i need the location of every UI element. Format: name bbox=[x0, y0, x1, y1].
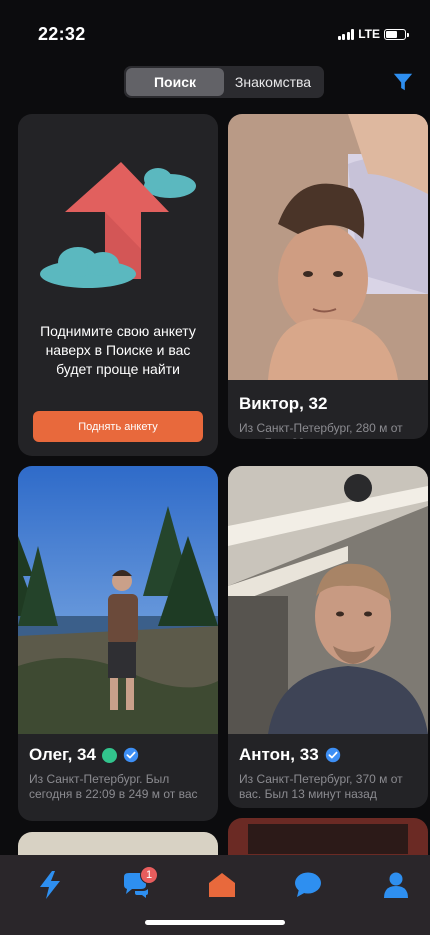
profile-name: Виктор, 32 bbox=[239, 394, 417, 414]
top-header: Поиск Знакомства bbox=[0, 56, 430, 106]
profile-info: Олег, 34 Из Санкт-Петербург. Был сегодня… bbox=[18, 745, 218, 802]
home-icon bbox=[209, 873, 235, 897]
profile-card[interactable]: Виктор, 32 Из Санкт-Петербург, 280 м от … bbox=[228, 114, 428, 439]
tab-boost[interactable] bbox=[34, 869, 66, 901]
bolt-icon bbox=[40, 871, 60, 899]
profile-subtitle: Из Санкт-Петербург. Был сегодня в 22:09 … bbox=[29, 772, 198, 801]
profile-card[interactable]: Олег, 34 Из Санкт-Петербург. Был сегодня… bbox=[18, 466, 218, 821]
status-time: 22:32 bbox=[38, 24, 86, 44]
profile-name-text: Виктор, 32 bbox=[239, 394, 328, 413]
tab-profile[interactable] bbox=[380, 869, 412, 901]
filter-icon[interactable] bbox=[392, 71, 414, 93]
battery-icon bbox=[384, 28, 409, 40]
tab-search[interactable]: Поиск bbox=[126, 68, 224, 96]
profile-name-text: Олег, 34 bbox=[29, 745, 96, 764]
tab-dating[interactable]: Знакомства bbox=[224, 68, 322, 96]
profile-name-text: Антон, 33 bbox=[239, 745, 319, 764]
verified-badge-icon bbox=[325, 747, 340, 763]
verified-badge-icon bbox=[123, 747, 139, 763]
boost-profile-button[interactable]: Поднять анкету bbox=[33, 411, 203, 442]
profile-subtitle: Из Санкт-Петербург, 280 м от вас. Был 22… bbox=[239, 421, 403, 439]
mode-segmented-control: Поиск Знакомства bbox=[124, 66, 324, 98]
home-indicator bbox=[145, 920, 285, 925]
profile-card[interactable]: Антон, 33 Из Санкт-Петербург, 370 м от в… bbox=[228, 466, 428, 808]
promo-text: Поднимите свою анкету наверх в Поиске и … bbox=[40, 323, 196, 377]
profile-name: Олег, 34 bbox=[29, 745, 207, 765]
profile-photo bbox=[228, 466, 428, 734]
signal-icon bbox=[337, 28, 355, 40]
chats-unread-badge: 1 bbox=[140, 866, 158, 884]
status-bar: 22:32 LTE bbox=[0, 0, 430, 56]
boost-arrow-illustration bbox=[40, 162, 196, 288]
online-status-dot bbox=[101, 747, 117, 763]
profile-photo bbox=[228, 114, 428, 380]
tab-home[interactable] bbox=[206, 869, 238, 901]
tab-messages[interactable] bbox=[292, 869, 324, 901]
promo-card: Поднимите свою анкету наверх в Поиске и … bbox=[18, 114, 218, 456]
status-indicators: LTE bbox=[337, 27, 409, 41]
message-icon bbox=[295, 872, 321, 897]
profile-info: Виктор, 32 Из Санкт-Петербург, 280 м от … bbox=[228, 394, 428, 439]
network-type: LTE bbox=[358, 27, 380, 41]
profile-name: Антон, 33 bbox=[239, 745, 417, 765]
profile-subtitle: Из Санкт-Петербург, 370 м от вас. Был 13… bbox=[239, 772, 403, 801]
profile-icon bbox=[384, 872, 408, 898]
profile-photo bbox=[18, 466, 218, 734]
profile-info: Антон, 33 Из Санкт-Петербург, 370 м от в… bbox=[228, 745, 428, 802]
